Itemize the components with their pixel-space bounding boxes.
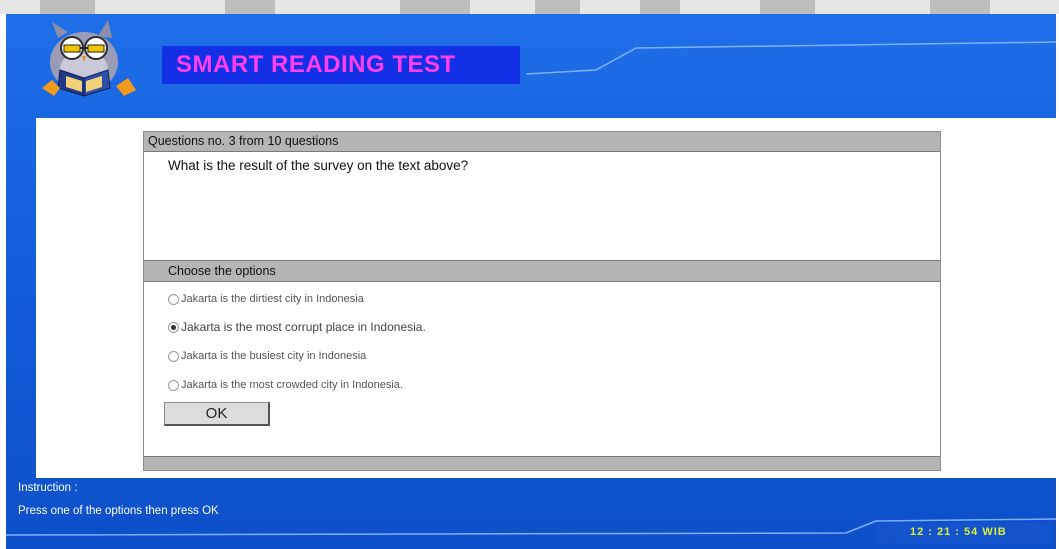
quiz-box: Questions no. 3 from 10 questions What i… — [143, 131, 941, 471]
owl-reading-book-icon — [42, 20, 136, 97]
instruction-title: Instruction : — [18, 482, 78, 494]
top-decorative-stripe — [0, 0, 1059, 14]
quiz-footer-bar — [144, 456, 940, 470]
radio-button-icon[interactable] — [168, 293, 179, 305]
radio-button-icon[interactable] — [168, 350, 179, 362]
option-label: Jakarta is the dirtiest city in Indonesi… — [181, 293, 364, 305]
instruction-text: Press one of the options then press OK — [18, 505, 219, 517]
option-label: Jakarta is the most corrupt place in Ind… — [181, 320, 426, 334]
ok-button[interactable]: OK — [164, 402, 270, 426]
option-label: Jakarta is the busiest city in Indonesia — [181, 350, 367, 362]
option-4[interactable]: Jakarta is the most crowded city in Indo… — [168, 376, 403, 394]
radio-button-icon[interactable] — [168, 321, 179, 333]
question-text: What is the result of the survey on the … — [168, 158, 469, 173]
radio-button-icon[interactable] — [168, 379, 179, 391]
option-3[interactable]: Jakarta is the busiest city in Indonesia — [168, 347, 366, 365]
option-1[interactable]: Jakarta is the dirtiest city in Indonesi… — [168, 290, 364, 308]
options-header: Choose the options — [144, 260, 940, 282]
question-header: Questions no. 3 from 10 questions — [144, 132, 940, 152]
clock-display: 12 : 21 : 54 WIB — [910, 526, 1007, 538]
screen: SMART READING TEST Instruction : Press o… — [0, 0, 1059, 549]
app-title: SMART READING TEST — [162, 46, 520, 84]
option-2[interactable]: Jakarta is the most corrupt place in Ind… — [168, 318, 426, 336]
option-label: Jakarta is the most crowded city in Indo… — [181, 379, 403, 391]
